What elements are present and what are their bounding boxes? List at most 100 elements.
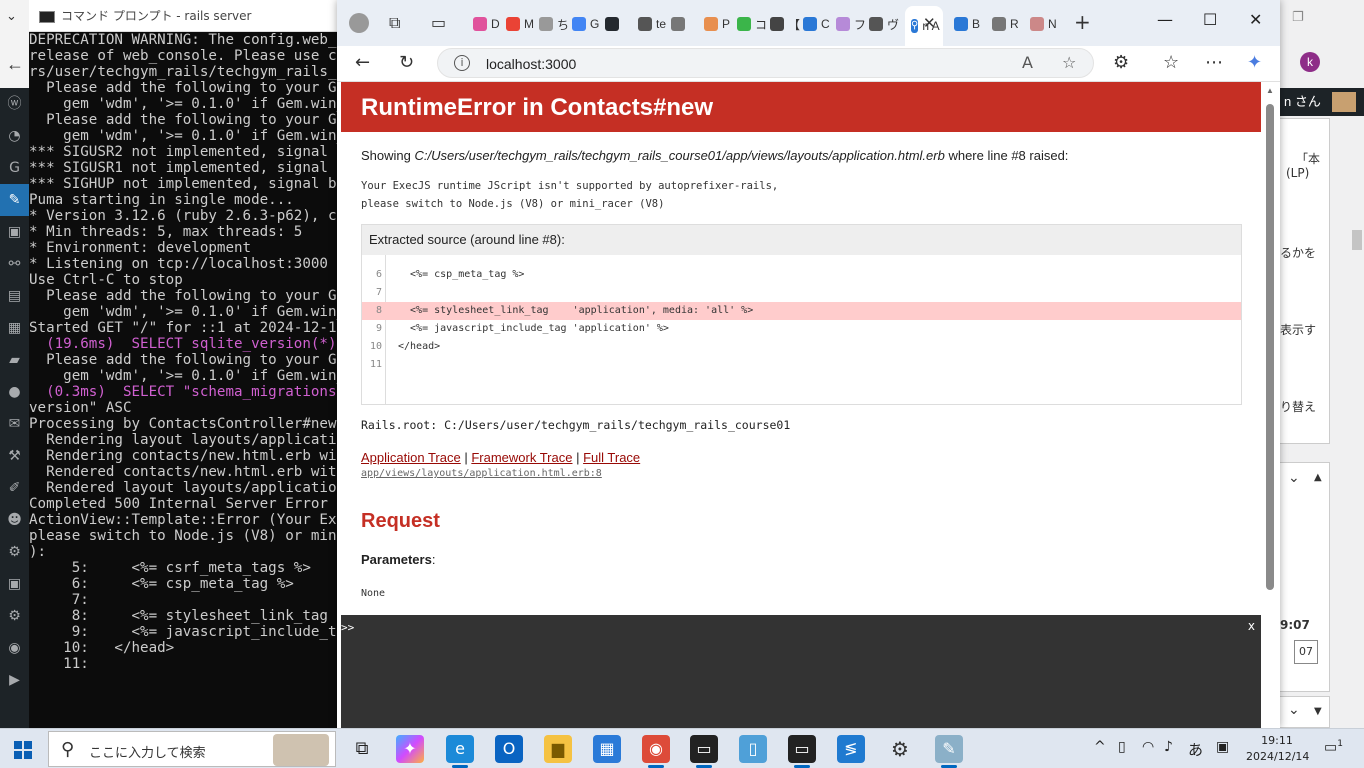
address-url[interactable]: localhost:3000 <box>486 56 576 72</box>
store-app-icon[interactable]: ▦ <box>593 735 621 763</box>
more-menu-icon[interactable]: ⋯ <box>1205 52 1223 73</box>
file-explorer-icon[interactable]: ▆ <box>544 735 572 763</box>
back-arrow-icon[interactable]: ← <box>6 54 24 75</box>
windows-start-icon[interactable] <box>14 741 32 759</box>
edge-app-icon[interactable]: e <box>446 735 474 768</box>
close-tab-icon[interactable]: ✕ <box>923 14 936 32</box>
clock[interactable]: 19:11 2024/12/14 <box>1246 733 1309 765</box>
paint-app-icon[interactable]: ✎ <box>935 735 963 768</box>
link-icon[interactable]: ⚯ <box>0 248 29 280</box>
chrome-app-icon[interactable]: ◉ <box>642 735 670 768</box>
terminal-app-icon[interactable]: ▭ <box>788 735 816 768</box>
tab-actions-icon[interactable]: ▭ <box>431 13 446 32</box>
taskbar-search[interactable]: ⚲ ここに入力して検索 <box>48 731 336 767</box>
extensions-icon[interactable]: ⚙ <box>1113 52 1129 73</box>
browser-tab[interactable]: ヴ <box>869 10 899 38</box>
calendar-icon[interactable]: ▦ <box>0 312 29 344</box>
profile-avatar[interactable]: k <box>1300 52 1320 72</box>
workspaces-icon[interactable]: ⧉ <box>389 13 400 33</box>
browser-tab[interactable]: te <box>638 10 666 38</box>
outlook-app-icon[interactable]: O <box>495 735 523 763</box>
shield-icon[interactable]: ◉ <box>0 632 29 664</box>
chevron-up-icon[interactable]: ^ <box>1094 739 1106 755</box>
favorite-star-icon[interactable]: ☆ <box>1062 53 1076 72</box>
avatar[interactable] <box>1332 92 1356 112</box>
task-view-icon[interactable]: ⧉ <box>348 735 376 763</box>
browser-tab[interactable]: P <box>704 10 730 38</box>
full-trace-link[interactable]: Full Trace <box>583 450 640 465</box>
refresh-icon[interactable]: ↻ <box>399 52 414 73</box>
browser-tab[interactable]: G <box>572 10 599 38</box>
browser-tab[interactable]: 【 <box>770 10 800 38</box>
page-scrollbar[interactable]: ▲ <box>1263 82 1280 615</box>
web-console[interactable]: >> x <box>341 615 1261 728</box>
browser-tab[interactable]: M <box>506 10 534 38</box>
console-prompt[interactable]: >> <box>341 621 354 634</box>
copilot-icon[interactable]: ✦ <box>1247 52 1262 73</box>
application-trace-link[interactable]: Application Trace <box>361 450 461 465</box>
search-placeholder[interactable]: ここに入力して検索 <box>89 742 206 761</box>
caret-down-icon[interactable]: ▼ <box>1314 706 1322 717</box>
chevron-down-icon[interactable]: ⌄ <box>1288 470 1300 486</box>
scrollbar-thumb[interactable] <box>1352 230 1362 250</box>
browser-tab[interactable]: D <box>473 10 500 38</box>
trace-path-link[interactable]: app/views/layouts/application.html.erb:8 <box>361 468 602 479</box>
scrollbar-thumb[interactable] <box>1266 104 1274 590</box>
browser-tab[interactable]: ち <box>539 10 569 38</box>
settings-icon[interactable]: ⚙ <box>0 600 29 632</box>
tools-brush-icon[interactable]: ✐ <box>0 472 29 504</box>
browser-tab[interactable] <box>671 10 689 38</box>
browser-tab[interactable]: コ <box>737 10 767 38</box>
copilot-app-icon[interactable]: ✦ <box>396 735 424 763</box>
restore-icon[interactable]: ❐ <box>1292 10 1304 25</box>
ime-tool-icon[interactable]: ▣ <box>1216 739 1229 755</box>
terminal-app-icon[interactable]: ▭ <box>690 735 718 768</box>
search-highlight-image[interactable] <box>273 734 329 766</box>
profile-icon[interactable] <box>349 13 369 33</box>
comments-icon[interactable]: ▰ <box>0 344 29 376</box>
minimize-icon[interactable]: — <box>1157 10 1173 29</box>
user-greeting[interactable]: n さん <box>1284 94 1321 109</box>
browser-tab[interactable]: R <box>992 10 1019 38</box>
settings-app-icon[interactable]: ⚙ <box>886 735 914 763</box>
import-icon[interactable]: ▣ <box>0 568 29 600</box>
notification-icon[interactable]: ▭1 <box>1324 739 1343 756</box>
ime-indicator[interactable]: あ <box>1188 739 1203 760</box>
chevron-down-icon[interactable]: ⌄ <box>1288 702 1300 718</box>
minute-input[interactable]: 07 <box>1294 640 1318 664</box>
chevron-up-icon[interactable]: ▲ <box>1314 472 1322 483</box>
vscode-app-icon[interactable]: ≶ <box>837 735 865 763</box>
new-tab-icon[interactable]: + <box>1074 10 1091 34</box>
appearance-icon[interactable]: ● <box>0 376 29 408</box>
back-icon[interactable]: ← <box>355 52 370 73</box>
browser-tab[interactable] <box>605 10 623 38</box>
wifi-icon[interactable]: ◠ <box>1142 739 1154 755</box>
users-icon[interactable]: ☻ <box>0 504 29 536</box>
console-titlebar[interactable]: コマンド プロンプト - rails server <box>29 0 337 32</box>
play-icon[interactable]: ▶ <box>0 664 29 696</box>
close-window-icon[interactable]: ✕ <box>1249 10 1262 29</box>
device-icon[interactable]: ▯ <box>1118 739 1126 755</box>
dashboard-icon[interactable]: ◔ <box>0 120 29 152</box>
browser-tab[interactable]: フ <box>836 10 866 38</box>
browser-tab[interactable]: C <box>803 10 830 38</box>
plugins-icon[interactable]: ⚒ <box>0 440 29 472</box>
notepad-app-icon[interactable]: ▯ <box>739 735 767 763</box>
pages-icon[interactable]: ▤ <box>0 280 29 312</box>
mail-icon[interactable]: ✉ <box>0 408 29 440</box>
browser-tab[interactable]: B <box>954 10 980 38</box>
pin-icon[interactable]: ✎ <box>0 184 29 216</box>
chevron-down-icon[interactable]: ⌄ <box>6 8 17 24</box>
framework-trace-link[interactable]: Framework Trace <box>471 450 572 465</box>
address-bar[interactable]: i localhost:3000 A ☆ <box>437 48 1094 78</box>
maximize-icon[interactable]: ☐ <box>1203 10 1217 29</box>
read-aloud-icon[interactable]: A <box>1022 53 1033 72</box>
scroll-up-icon[interactable]: ▲ <box>1266 86 1274 95</box>
wrench-icon[interactable]: ⚙ <box>0 536 29 568</box>
info-icon[interactable]: i <box>454 55 470 71</box>
g-icon[interactable]: G <box>0 152 29 184</box>
browser-tab[interactable]: N <box>1030 10 1057 38</box>
wordpress-logo-icon[interactable]: ⓦ <box>0 88 29 120</box>
volume-icon[interactable]: ♪ <box>1164 739 1173 755</box>
favorites-icon[interactable]: ☆ <box>1163 52 1179 73</box>
